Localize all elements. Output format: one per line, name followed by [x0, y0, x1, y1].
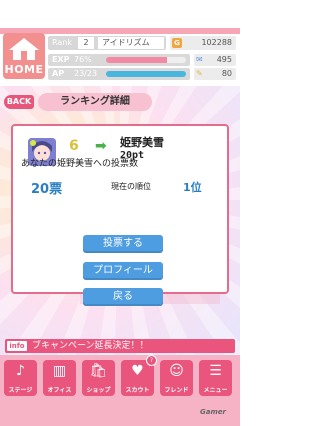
- nav-shop[interactable]: 🛍 ショップ: [82, 360, 115, 396]
- back-button[interactable]: BACK: [4, 95, 34, 109]
- coin-counter: G 102288: [170, 36, 236, 50]
- exp-percent: 76%: [74, 55, 92, 64]
- item-icon: ✎: [196, 69, 203, 78]
- vote-count: 20票: [31, 182, 63, 197]
- previous-rank: 6: [69, 138, 79, 154]
- shop-icon: 🛍: [89, 363, 108, 379]
- nav-label: フレンド: [164, 387, 189, 394]
- ap-bar-fill: [106, 71, 186, 77]
- title-bar: BACK ランキング詳細: [0, 92, 240, 112]
- nav-office[interactable]: ▥ オフィス: [43, 360, 76, 396]
- nav-scout[interactable]: ♥ スカウト ?: [121, 355, 157, 396]
- home-label: HOME: [4, 63, 44, 76]
- vote-count-label: あなたの姫野美雪への投票数: [21, 159, 139, 169]
- nav-label: メニュー: [203, 387, 228, 394]
- home-button[interactable]: HOME: [3, 33, 45, 79]
- rank-value: 2: [78, 37, 94, 49]
- scout-badge: ?: [146, 355, 157, 366]
- nav-label: スカウト: [125, 387, 150, 394]
- rank-row: Rank 2 アイドリズム: [48, 36, 166, 50]
- exp-bar: [106, 57, 186, 63]
- rank-label: Rank: [52, 38, 72, 47]
- page-title: ランキング詳細: [38, 93, 152, 111]
- exp-bar-fill: [106, 57, 167, 63]
- currency2-value: 80: [221, 69, 232, 78]
- ap-row: AP 23/23: [48, 68, 190, 80]
- currency2-counter: ✎ 80: [194, 68, 236, 80]
- watermark-logo: Gamer: [200, 408, 226, 416]
- coin-icon: G: [172, 38, 182, 48]
- ap-bar: [106, 71, 186, 77]
- nav-label: ステージ: [8, 387, 33, 394]
- current-rank: 1位: [183, 181, 202, 194]
- screen: HOME Rank 2 アイドリズム G 102288 EXP 76% ✉ 49…: [0, 0, 240, 426]
- ticket-icon: ✉: [196, 55, 203, 64]
- arrow-right-icon: ➡: [95, 138, 107, 154]
- info-banner[interactable]: info ブキャンペーン延長決定！！: [5, 339, 235, 353]
- menu-icon: ☰: [209, 363, 222, 379]
- nav-stage[interactable]: ♪ ステージ: [4, 360, 37, 396]
- profile-button[interactable]: プロフィール: [83, 262, 163, 280]
- ap-text: 23/23: [74, 69, 98, 78]
- house-icon: [9, 38, 39, 60]
- return-button[interactable]: 戻る: [83, 288, 163, 306]
- vote-button[interactable]: 投票する: [83, 235, 163, 253]
- ranking-detail-card: 6 ➡ 姫野美雪 20pt あなたの姫野美雪への投票数 20票 現在の順位 1位…: [11, 124, 229, 306]
- currency1-counter: ✉ 495: [194, 54, 236, 66]
- nav-friend[interactable]: ☺ フレンド: [160, 360, 193, 396]
- current-rank-label: 現在の順位: [111, 182, 151, 191]
- exp-label: EXP: [52, 55, 70, 64]
- exp-row: EXP 76%: [48, 54, 190, 66]
- office-icon: ▥: [52, 363, 67, 379]
- nav-label: ショップ: [86, 387, 111, 394]
- info-text: ブキャンペーン延長決定！！: [32, 341, 149, 351]
- friend-icon: ☺: [169, 363, 184, 379]
- header: HOME Rank 2 アイドリズム G 102288 EXP 76% ✉ 49…: [0, 0, 240, 86]
- rank-title: アイドリズム: [98, 37, 164, 49]
- nav-label: オフィス: [47, 387, 72, 394]
- ap-label: AP: [52, 69, 65, 78]
- coin-value: 102288: [201, 38, 232, 47]
- nav-menu[interactable]: ☰ メニュー: [199, 360, 232, 396]
- info-tag: info: [7, 341, 27, 351]
- idol-name: 姫野美雪: [120, 136, 164, 149]
- currency1-value: 495: [216, 55, 232, 64]
- stage-icon: ♪: [16, 363, 25, 379]
